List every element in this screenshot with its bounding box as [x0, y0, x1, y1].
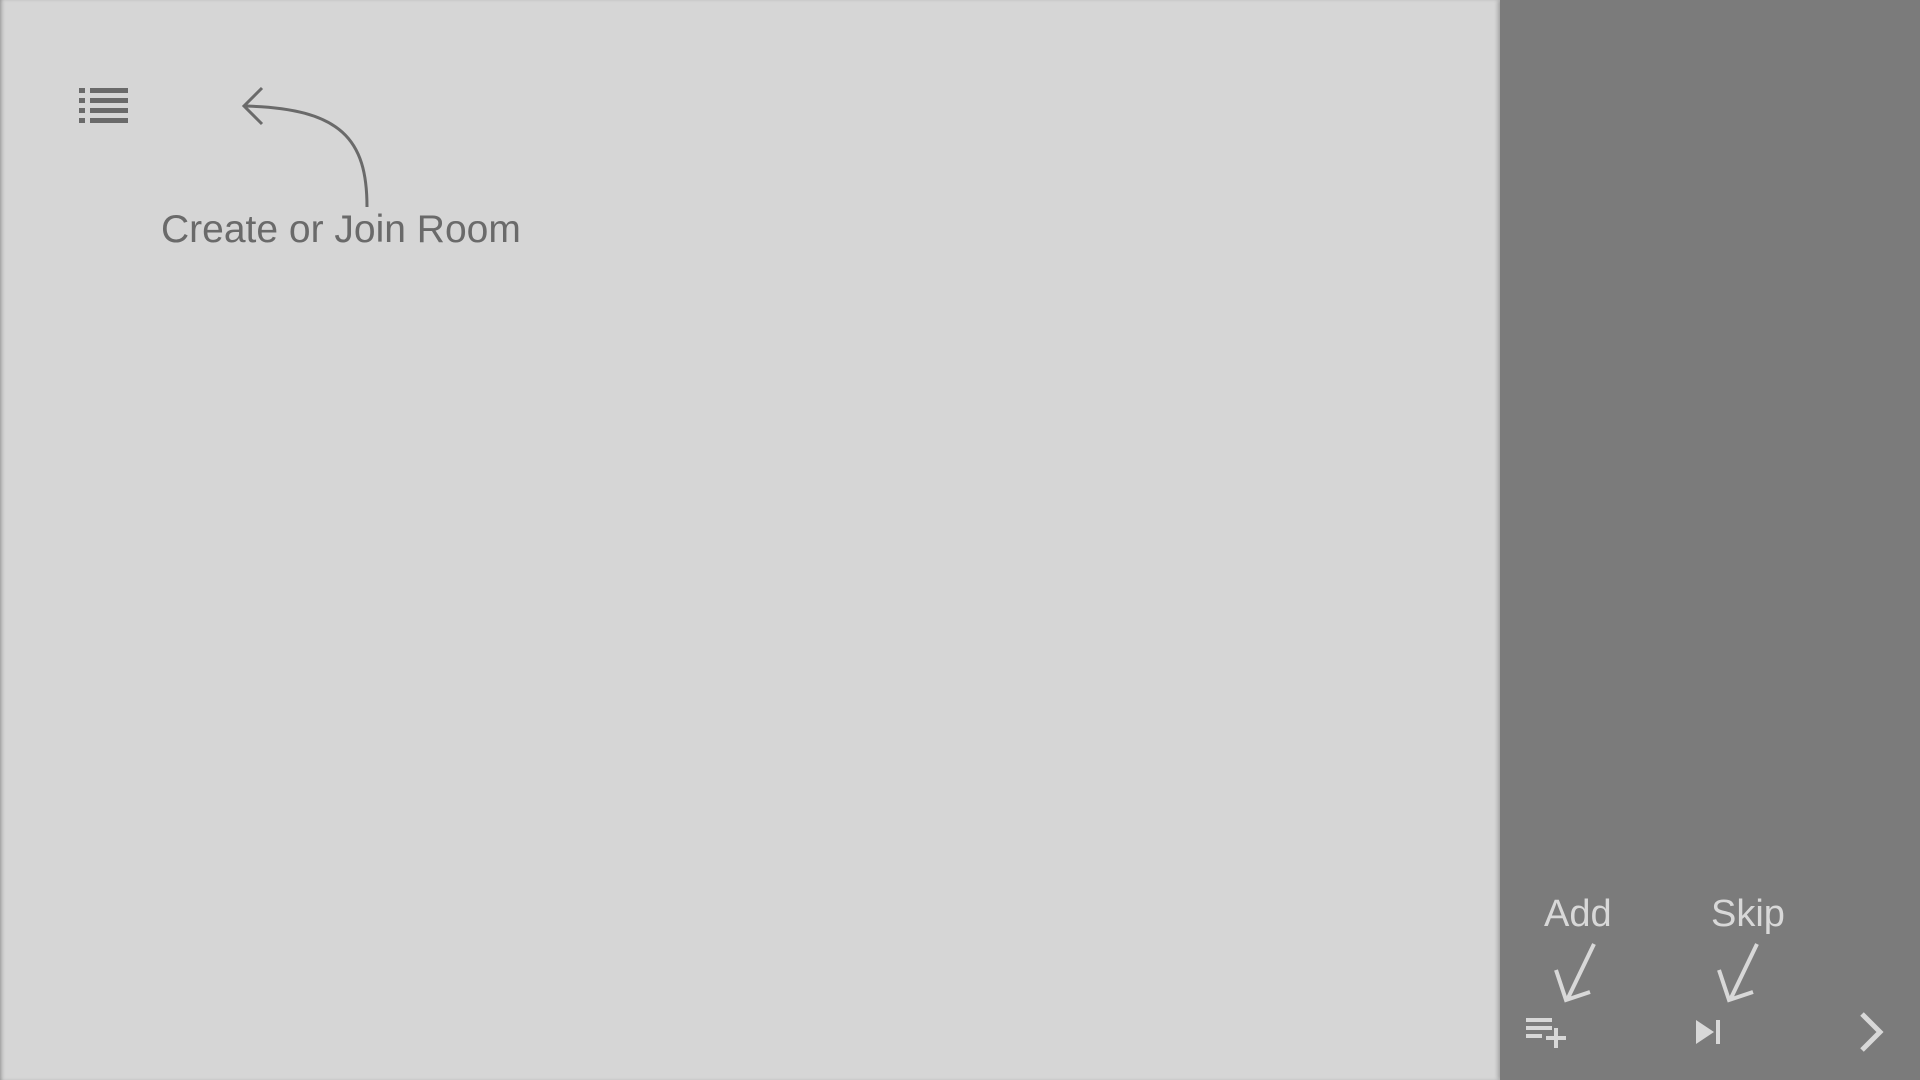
skip-button[interactable] [1692, 1014, 1732, 1050]
skip-hint-label: Skip [1711, 893, 1785, 935]
playlist-add-icon [1526, 1018, 1566, 1048]
main-area: Create or Join Room [0, 0, 1500, 1080]
add-hint-label: Add [1544, 893, 1612, 935]
curved-arrow-icon [241, 86, 369, 208]
down-left-arrow-icon [1717, 943, 1759, 1003]
create-join-room-hint: Create or Join Room [161, 208, 521, 251]
down-left-arrow-icon [1554, 943, 1596, 1003]
list-menu-icon[interactable] [74, 84, 134, 128]
next-button[interactable] [1854, 1008, 1890, 1056]
skip-next-icon [1696, 1020, 1720, 1044]
add-to-queue-button[interactable] [1520, 1010, 1570, 1052]
chevron-right-icon [1860, 1012, 1884, 1052]
